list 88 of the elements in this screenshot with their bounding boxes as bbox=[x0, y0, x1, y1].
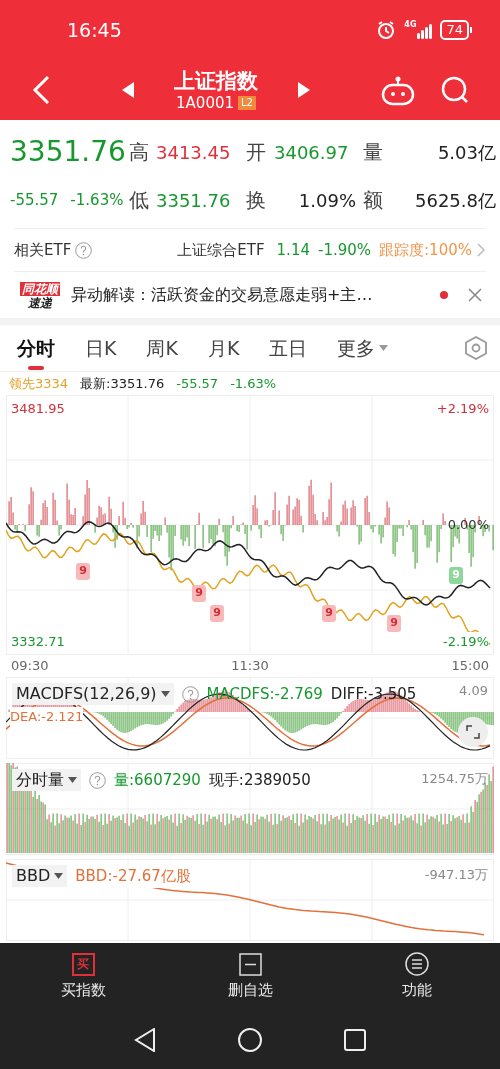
close-icon[interactable] bbox=[468, 288, 482, 302]
time-label: 11:30 bbox=[231, 657, 269, 676]
chart-tab[interactable]: 日K bbox=[85, 325, 117, 371]
home-nav-icon[interactable] bbox=[238, 1028, 262, 1052]
latest-change-percent: -1.63% bbox=[230, 374, 277, 393]
expand-icon bbox=[466, 725, 480, 739]
latest-price: 最新:3351.76 bbox=[80, 374, 165, 393]
alarm-icon bbox=[376, 20, 397, 40]
chart-tab[interactable]: 周K bbox=[146, 325, 178, 371]
buy-icon: 买 bbox=[71, 952, 95, 976]
stat-value: 5.03亿 bbox=[436, 140, 496, 165]
caret-icon bbox=[160, 691, 170, 698]
indicator-selector[interactable]: MACDFS(12,26,9) bbox=[12, 683, 174, 706]
chart-tab[interactable]: 更多 bbox=[337, 325, 389, 371]
stat-value: 3351.76 bbox=[156, 188, 232, 213]
etf-name[interactable]: 上证综合ETF bbox=[177, 238, 265, 262]
help-icon[interactable] bbox=[181, 685, 199, 703]
chart-tab[interactable]: 五日 bbox=[269, 325, 308, 371]
menu-icon bbox=[404, 952, 429, 977]
help-icon[interactable] bbox=[89, 771, 106, 789]
bottom-nav-item[interactable]: 删自选 bbox=[166, 952, 334, 1002]
stat-label: 额 bbox=[362, 187, 384, 214]
indicator-selector[interactable]: 分时量 bbox=[12, 769, 81, 792]
settings-icon[interactable] bbox=[464, 336, 488, 360]
caret-icon bbox=[68, 777, 77, 784]
signal-badge: 9 bbox=[449, 567, 463, 584]
signal-badge: 9 bbox=[322, 605, 336, 622]
bbd-value: BBD:-27.67亿股 bbox=[75, 866, 191, 887]
level-badge: L2 bbox=[238, 96, 256, 110]
axis-high-price: 3481.95 bbox=[11, 400, 65, 418]
signal-badge: 9 bbox=[387, 615, 401, 632]
diff-value: DIFF:-3.505 bbox=[330, 684, 417, 705]
recents-nav-icon[interactable] bbox=[344, 1029, 366, 1051]
signal-badge: 9 bbox=[210, 605, 224, 622]
volume-value: 量:6607290 bbox=[114, 770, 201, 791]
macdfs-value: MACDFS:-2.769 bbox=[206, 684, 323, 705]
stat-label: 开 bbox=[245, 139, 267, 166]
axis-zero-percent: 0.00% bbox=[447, 516, 489, 534]
chart-tab[interactable]: 分时 bbox=[17, 325, 55, 371]
tracking-degree: 跟踪度:100% bbox=[379, 239, 472, 261]
price-change-percent: -1.63% bbox=[70, 189, 124, 211]
search-icon[interactable] bbox=[440, 75, 470, 105]
index-title: 上证指数 bbox=[174, 68, 258, 94]
previous-icon[interactable] bbox=[122, 82, 134, 98]
indicator-selector[interactable]: BBD bbox=[12, 865, 68, 888]
current-hand-value: 现手:2389050 bbox=[208, 770, 311, 791]
etf-change: -1.90% bbox=[318, 239, 372, 261]
caret-icon bbox=[54, 873, 64, 880]
stat-value: 3406.97 bbox=[274, 140, 350, 165]
help-icon[interactable] bbox=[75, 241, 93, 259]
time-label: 09:30 bbox=[11, 657, 49, 676]
volume-scale: 1254.75万 bbox=[421, 770, 488, 788]
signal-badge: 9 bbox=[76, 563, 90, 580]
stat-value: 1.09% bbox=[297, 188, 356, 213]
macd-scale: 4.09 bbox=[459, 682, 488, 700]
time-label: 15:00 bbox=[451, 657, 489, 676]
latest-change: -55.57 bbox=[176, 374, 219, 393]
etf-label: 相关ETF bbox=[14, 239, 72, 261]
fullscreen-button[interactable] bbox=[458, 717, 488, 747]
back-nav-icon[interactable] bbox=[134, 1028, 156, 1052]
minus-square-icon bbox=[238, 952, 262, 976]
stat-label: 高 bbox=[128, 139, 150, 166]
stat-label: 换 bbox=[245, 187, 267, 214]
signal-badge: 9 bbox=[192, 585, 206, 602]
caret-icon bbox=[379, 345, 389, 351]
leader-value: 领先3334 bbox=[9, 374, 69, 393]
axis-low-price: 3332.71 bbox=[11, 632, 65, 651]
bottom-nav-item[interactable]: 功能 bbox=[333, 952, 500, 1002]
back-icon[interactable] bbox=[30, 74, 52, 106]
bottom-nav-item[interactable]: 买 买指数 bbox=[0, 952, 167, 1002]
news-headline[interactable]: 异动解读：活跃资金的交易意愿走弱+主… bbox=[71, 283, 420, 307]
index-code: 1A0001 bbox=[176, 94, 234, 112]
robot-icon[interactable] bbox=[380, 74, 416, 106]
etf-price: 1.14 bbox=[276, 239, 310, 261]
stat-value: 3413.45 bbox=[156, 140, 232, 165]
stat-label: 低 bbox=[128, 187, 150, 214]
next-icon[interactable] bbox=[298, 82, 310, 98]
chart-tab[interactable]: 月K bbox=[207, 325, 240, 371]
axis-high-percent: +2.19% bbox=[436, 400, 489, 418]
stat-value: 5625.8亿 bbox=[414, 188, 496, 213]
current-price: 3351.76 bbox=[10, 138, 127, 166]
bbd-scale: -947.13万 bbox=[424, 866, 488, 884]
price-change: -55.57 bbox=[10, 189, 59, 211]
battery-icon: 74 bbox=[440, 20, 472, 40]
status-time: 16:45 bbox=[67, 17, 122, 43]
news-logo: 同花顺 速递 bbox=[19, 281, 61, 309]
dea-value: DEA:-2.121 bbox=[10, 707, 84, 727]
stat-label: 量 bbox=[362, 139, 384, 166]
